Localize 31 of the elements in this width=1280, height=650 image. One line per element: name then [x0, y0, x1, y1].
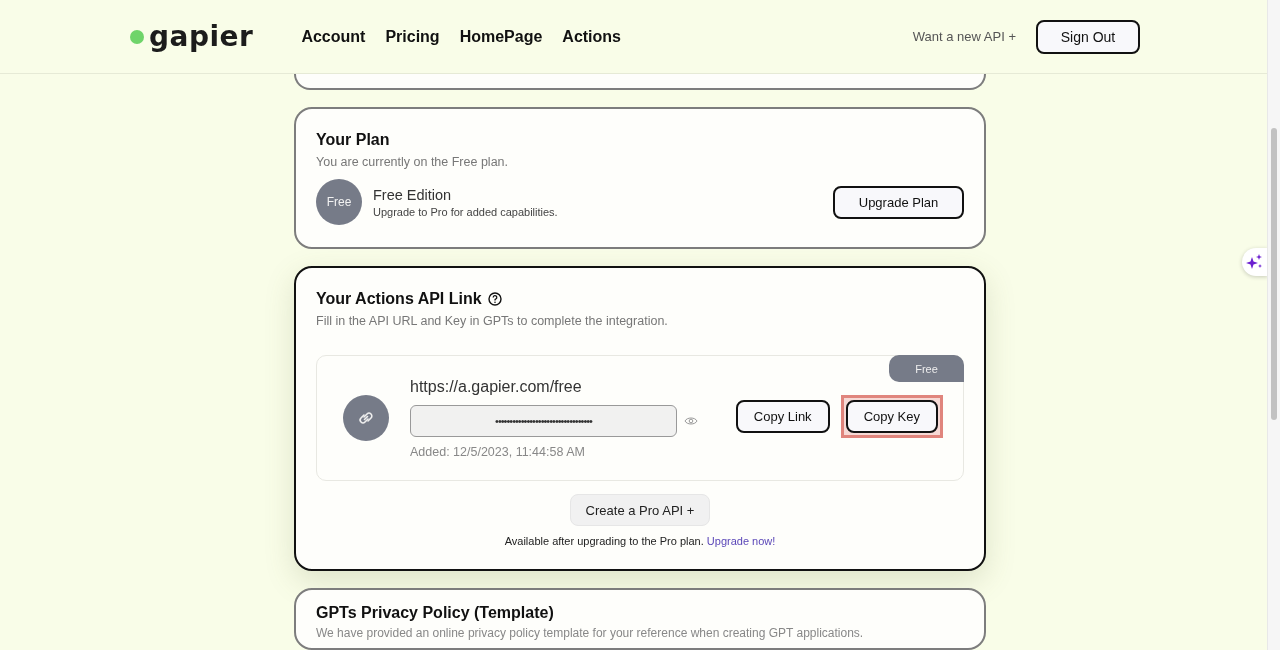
- edition-name: Free Edition: [373, 186, 453, 203]
- help-icon[interactable]: [487, 292, 502, 306]
- added-date: Added: 12/5/2023, 11:44:58 AM: [410, 444, 586, 459]
- assistant-button[interactable]: [1242, 248, 1268, 276]
- logo-dot-icon: [130, 29, 144, 44]
- copy-button[interactable]: Copy Link: [735, 399, 830, 433]
- plan-avatar: Free: [316, 179, 362, 225]
- nav-link[interactable]: Actions: [562, 27, 621, 46]
- api-key-field[interactable]: ••••••••••••••••••••••••••••••••••: [410, 404, 677, 437]
- sparkle-icon: [1246, 253, 1264, 271]
- card-title: GPTs Privacy Policy (Template): [316, 604, 555, 622]
- new-api-link[interactable]: Want a new API +: [912, 29, 1016, 44]
- card-subtitle: You are currently on the Free plan.: [316, 155, 510, 169]
- card-subtitle: Fill in the API URL and Key in GPTs to complete the integration.: [316, 314, 669, 328]
- api-url: https://a.gapier.com/free: [410, 377, 583, 396]
- nav-link[interactable]: Pricing: [385, 27, 440, 46]
- plan-tag: Free: [889, 355, 964, 382]
- sign-out-button[interactable]: Sign Out: [1036, 19, 1140, 54]
- edition-note: Upgrade to Pro for added capabilities.: [373, 205, 558, 218]
- upgrade-plan-button[interactable]: Upgrade Plan: [833, 185, 964, 219]
- create-pro-api-button[interactable]: Create a Pro API +: [570, 494, 710, 526]
- nav-link[interactable]: HomePage: [459, 27, 543, 46]
- nav-link[interactable]: Account: [301, 27, 366, 46]
- logo[interactable]: gapier: [149, 20, 254, 53]
- copy-button[interactable]: Copy Key: [845, 399, 938, 433]
- upgrade-note: Available after upgrading to the Pro plan.: [504, 535, 704, 547]
- card-subtitle: We have provided an online privacy policy template for your reference when creating GPT applications.: [316, 626, 865, 640]
- card-title: Your Actions API Link: [316, 290, 482, 308]
- upgrade-now-link[interactable]: Upgrade now!: [706, 535, 776, 547]
- card-title: Your Plan: [316, 131, 391, 149]
- link-icon: [343, 395, 389, 441]
